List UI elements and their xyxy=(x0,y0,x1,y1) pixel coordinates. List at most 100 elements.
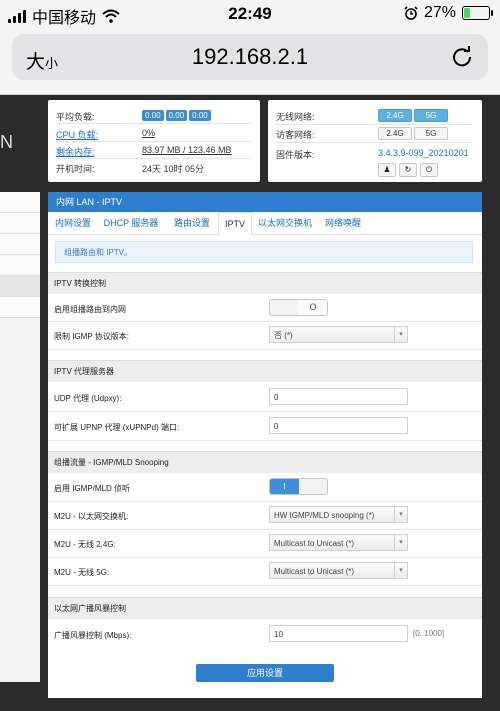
tab-bar: 内网设置 DHCP 服务器 路由设置 IPTV 以太网交换机 网络唤醒 xyxy=(48,212,482,236)
load-label: 平均负载: xyxy=(56,112,95,122)
udpxy-row: UDP 代理 (Udpxy): 0 xyxy=(48,382,482,412)
user-button[interactable]: ♟ xyxy=(378,163,396,177)
panel-title: 内网 LAN - IPTV xyxy=(48,192,482,212)
chevron-down-icon: ▾ xyxy=(394,327,407,342)
xupnpd-input[interactable]: 0 xyxy=(269,417,408,434)
m2u-5g-value: Multicast to Unicast (*) xyxy=(274,567,355,576)
guest-5g-badge[interactable]: 5G xyxy=(414,127,448,140)
m2u-5g-label: M2U - 无线 5G: xyxy=(54,568,110,577)
wireless-24g-badge[interactable]: 2.4G xyxy=(378,109,412,122)
side-menu-item[interactable] xyxy=(0,234,40,255)
side-menu-item[interactable] xyxy=(0,192,40,213)
brand-logo-fragment: N xyxy=(0,132,14,152)
m2u-switch-select[interactable]: HW IGMP/MLD snooping (*) ▾ xyxy=(269,506,408,523)
divider xyxy=(56,141,252,142)
system-info-card: 平均负载: 0.00 0.00 0.00 CPU 负载: 0% 剩余内存: 83.9… xyxy=(48,100,260,182)
tab-lan[interactable]: 内网设置 xyxy=(52,212,94,234)
network-info-card: 无线网络: 2.4G 5G 访客网络: 2.4G 5G 固件版本: 3.4.3.… xyxy=(268,100,482,182)
section-iptv-proxy: IPTV 代理服务器 xyxy=(48,360,482,382)
xupnpd-label: 可扩展 UPNP 代理 (xUPNPd) 端口: xyxy=(54,423,180,432)
multicast-toggle[interactable]: O xyxy=(269,299,328,316)
address-bar[interactable]: 大小 192.168.2.1 xyxy=(12,34,488,80)
m2u-switch-label: M2U - 以太网交换机: xyxy=(54,512,129,521)
toggle-off-knob: O xyxy=(298,300,327,315)
apply-button[interactable]: 应用设置 xyxy=(196,664,334,682)
chevron-down-icon: ▾ xyxy=(394,535,407,550)
wireless-5g-badge[interactable]: 5G xyxy=(414,109,448,122)
cpu-value: 0% xyxy=(142,128,156,138)
firmware-label: 固件版本: xyxy=(276,150,315,160)
divider xyxy=(276,124,472,125)
divider xyxy=(56,123,252,124)
iptv-panel: 内网 LAN - IPTV 内网设置 DHCP 服务器 路由设置 IPTV 以太… xyxy=(48,192,482,698)
uptime-row: 开机时间: 24天 10时 05分 xyxy=(56,162,204,175)
wireless-label: 无线网络: xyxy=(276,112,315,122)
storm-rate-input[interactable]: 10 xyxy=(269,625,408,642)
igmp-version-select[interactable]: 否 (*) ▾ xyxy=(269,326,408,343)
tab-dhcp[interactable]: DHCP 服务器 xyxy=(100,212,162,234)
m2u-switch-value: HW IGMP/MLD snooping (*) xyxy=(274,511,375,520)
guest-24g-badge[interactable]: 2.4G xyxy=(378,127,412,140)
igmp-version-row: 限制 IGMP 协议版本: 否 (*) ▾ xyxy=(48,321,482,350)
firmware-version[interactable]: 3.4.3.9-099_20210201 xyxy=(378,148,469,158)
status-bar: 中国移动 22:49 27% xyxy=(0,0,500,28)
tab-iptv[interactable]: IPTV xyxy=(218,212,252,236)
status-right: 27% xyxy=(404,4,493,22)
side-menu-item[interactable] xyxy=(0,276,40,297)
section-storm-control: 以太网广播风暴控制 xyxy=(48,597,482,619)
m2u-5g-select[interactable]: Multicast to Unicast (*) ▾ xyxy=(269,562,408,579)
alarm-icon xyxy=(404,6,418,20)
udpxy-input[interactable]: 0 xyxy=(269,388,408,405)
cpu-label[interactable]: CPU 负载: xyxy=(56,130,98,140)
side-menu xyxy=(0,192,40,682)
igmp-version-label: 限制 IGMP 协议版本: xyxy=(54,332,129,341)
url-text[interactable]: 192.168.2.1 xyxy=(12,44,488,70)
m2u-24g-value: Multicast to Unicast (*) xyxy=(274,539,355,548)
igmp-version-value: 否 (*) xyxy=(274,331,293,340)
load-values: 0.00 0.00 0.00 xyxy=(142,110,213,121)
memory-value: 83.97 MB / 123.46 MB xyxy=(142,145,232,155)
power-icon: ⏻ xyxy=(425,165,433,174)
memory-label[interactable]: 剩余内存: xyxy=(56,147,95,157)
battery-level xyxy=(464,8,470,18)
uptime-value: 24天 10时 05分 xyxy=(142,164,205,174)
xupnpd-row: 可扩展 UPNP 代理 (xUPNPd) 端口: 0 xyxy=(48,411,482,441)
section-iptv-transfer: IPTV 转换控制 xyxy=(48,272,482,294)
divider xyxy=(276,142,472,143)
m2u-24g-select[interactable]: Multicast to Unicast (*) ▾ xyxy=(269,534,408,551)
toggle-on-knob: I xyxy=(270,479,299,494)
divider xyxy=(56,158,252,159)
battery-icon xyxy=(462,6,493,20)
reboot-button[interactable]: ↻ xyxy=(399,163,417,177)
load-row: 平均负载: 0.00 0.00 0.00 xyxy=(56,110,211,123)
snooping-row: 启用 IGMP/MLD 侦听 I xyxy=(48,473,482,502)
refresh-icon: ↻ xyxy=(404,165,412,174)
chevron-down-icon: ▾ xyxy=(394,507,407,522)
reload-icon[interactable] xyxy=(450,44,474,68)
load-5m: 0.00 xyxy=(165,110,188,121)
memory-row: 剩余内存: 83.97 MB / 123.46 MB xyxy=(56,145,232,158)
chevron-down-icon: ▾ xyxy=(394,563,407,578)
m2u-5g-row: M2U - 无线 5G: Multicast to Unicast (*) ▾ xyxy=(48,557,482,586)
tab-wol[interactable]: 网络唤醒 xyxy=(322,212,364,234)
m2u-24g-label: M2U - 无线 2.4G: xyxy=(54,540,116,549)
cpu-row: CPU 负载: 0% xyxy=(56,128,155,141)
storm-row: 广播风暴控制 (Mbps): 10 [0..1000] xyxy=(48,619,482,649)
side-menu-item[interactable] xyxy=(0,297,40,318)
m2u-switch-row: M2U - 以太网交换机: HW IGMP/MLD snooping (*) ▾ xyxy=(48,501,482,530)
multicast-row: 启用组播路由到内网 O xyxy=(48,294,482,322)
tab-switch[interactable]: 以太网交换机 xyxy=(256,212,314,234)
battery-percent: 27% xyxy=(423,4,456,21)
load-1m: 0.00 xyxy=(142,110,164,121)
snooping-label: 启用 IGMP/MLD 侦听 xyxy=(54,484,131,493)
storm-rate-label: 广播风暴控制 (Mbps): xyxy=(54,631,132,640)
tab-route[interactable]: 路由设置 xyxy=(170,212,214,234)
storm-rate-hint: [0..1000] xyxy=(413,629,445,638)
power-button[interactable]: ⏻ xyxy=(420,163,438,177)
guest-label: 访客网络: xyxy=(276,130,315,140)
section-igmp-snooping: 组播流量 - IGMP/MLD Snooping xyxy=(48,451,482,473)
side-menu-item[interactable] xyxy=(0,213,40,234)
uptime-label: 开机时间: xyxy=(56,164,95,174)
side-menu-item[interactable] xyxy=(0,255,40,276)
snooping-toggle[interactable]: I xyxy=(269,478,328,495)
